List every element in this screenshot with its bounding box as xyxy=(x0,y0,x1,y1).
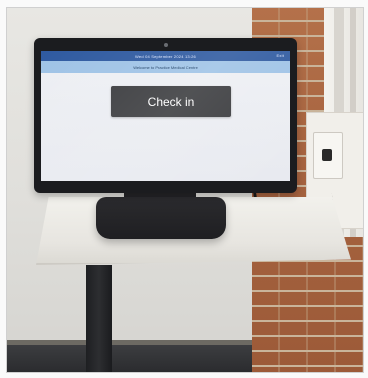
table-leg xyxy=(86,265,112,373)
check-in-button[interactable]: Check in xyxy=(111,86,231,117)
camera-dot xyxy=(164,43,168,47)
screen-welcome-text: Welcome to Practice Medical Centre xyxy=(133,64,198,70)
check-in-label: Check in xyxy=(147,94,195,109)
kiosk-monitor: Wed 04 September 2024 13:26 Exit Welcome… xyxy=(34,38,297,193)
kiosk-photo: Wed 04 September 2024 13:26 Exit Welcome… xyxy=(6,7,364,373)
power-socket xyxy=(313,132,343,179)
floor-carpet xyxy=(6,345,276,373)
kiosk-screen[interactable]: Wed 04 September 2024 13:26 Exit Welcome… xyxy=(41,51,290,181)
screen-exit-link[interactable]: Exit xyxy=(277,53,284,58)
screen-datetime: Wed 04 September 2024 13:26 xyxy=(135,53,196,59)
screen-top-bar: Wed 04 September 2024 13:26 Exit xyxy=(41,51,290,61)
monitor-stand-base xyxy=(96,197,226,239)
screen-info-bar: Welcome to Practice Medical Centre xyxy=(41,61,290,73)
photo-scene: Wed 04 September 2024 13:26 Exit Welcome… xyxy=(0,0,368,378)
